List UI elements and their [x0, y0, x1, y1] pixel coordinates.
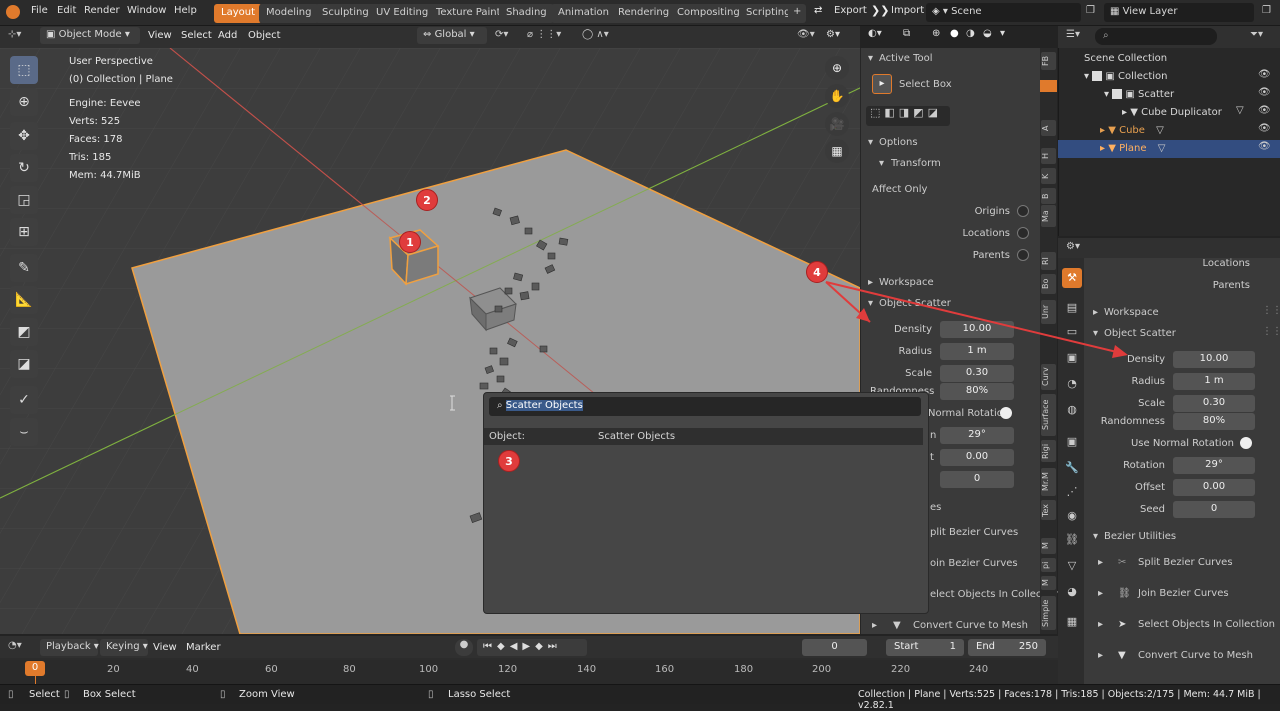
arrowhead-props — [1112, 345, 1128, 358]
annotation-marker-3: 3 — [498, 450, 520, 472]
annotation-marker-2: 2 — [416, 189, 438, 211]
arrow-to-props — [825, 281, 1126, 355]
annotation-marker-1: 1 — [399, 231, 421, 253]
annotation-marker-4: 4 — [806, 261, 828, 283]
annotation-arrows — [825, 281, 1128, 358]
